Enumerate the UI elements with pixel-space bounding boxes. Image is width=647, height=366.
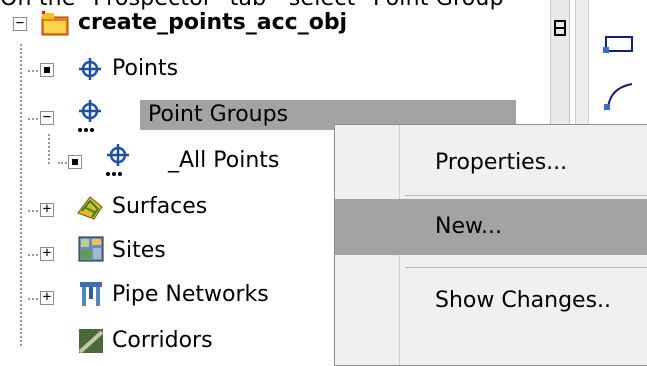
arc-tool-icon[interactable] bbox=[600, 80, 634, 110]
point-groups-icon bbox=[78, 100, 101, 132]
tree-connector bbox=[20, 44, 22, 346]
tree-connector bbox=[48, 134, 50, 164]
drawing-icon bbox=[41, 11, 69, 36]
menu-item-show-changes[interactable]: Show Changes.. bbox=[335, 273, 647, 329]
tree-item-pipe-networks[interactable]: Pipe Networks bbox=[112, 280, 269, 310]
menu-separator bbox=[405, 267, 647, 268]
context-menu: Properties... New... Show Changes.. bbox=[334, 124, 647, 366]
points-icon bbox=[79, 58, 101, 80]
tab-marker-icon bbox=[554, 20, 566, 36]
tree-item-points[interactable]: Points bbox=[112, 54, 178, 84]
root-collapse-toggle[interactable]: − bbox=[13, 16, 27, 31]
all-points-icon bbox=[106, 144, 129, 176]
tree-item-corridors[interactable]: Corridors bbox=[112, 326, 213, 356]
pipe-networks-icon bbox=[80, 282, 102, 306]
tree-root-drawing[interactable]: create_points_acc_obj bbox=[78, 8, 347, 38]
menu-item-label: Show Changes.. bbox=[435, 288, 612, 313]
pipe-networks-expand-toggle[interactable]: + bbox=[40, 290, 54, 305]
menu-item-label: Properties... bbox=[435, 150, 568, 175]
points-leaf-marker bbox=[40, 63, 54, 77]
sites-icon bbox=[78, 236, 104, 262]
all-points-leaf-marker bbox=[68, 155, 82, 169]
menu-separator bbox=[405, 195, 647, 196]
surfaces-icon bbox=[77, 196, 103, 220]
rectangle-tool-icon[interactable] bbox=[600, 30, 634, 60]
tree-item-surfaces[interactable]: Surfaces bbox=[112, 192, 207, 222]
point-groups-collapse-toggle[interactable]: − bbox=[40, 110, 54, 125]
corridors-icon bbox=[78, 329, 104, 354]
menu-item-new[interactable]: New... bbox=[335, 199, 647, 255]
menu-item-properties[interactable]: Properties... bbox=[335, 135, 647, 191]
tree-item-sites[interactable]: Sites bbox=[112, 236, 166, 266]
sites-expand-toggle[interactable]: + bbox=[40, 246, 54, 261]
menu-item-label: New... bbox=[435, 214, 502, 239]
tree-item-all-points[interactable]: _All Points bbox=[168, 146, 279, 176]
surfaces-expand-toggle[interactable]: + bbox=[40, 202, 54, 217]
